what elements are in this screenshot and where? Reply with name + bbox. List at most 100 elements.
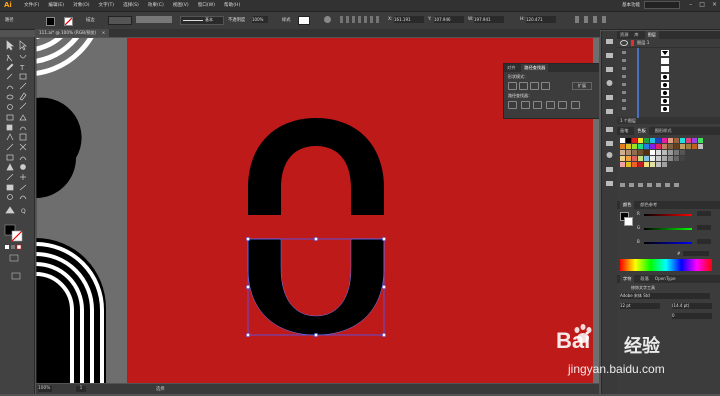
tab-graphic-styles[interactable]: 图形样式 (655, 127, 672, 135)
menu-edit[interactable]: 编辑(E) (48, 2, 64, 8)
maximize-icon[interactable]: □ (699, 1, 705, 8)
app-logo: Ai (4, 1, 12, 9)
tab-assets[interactable]: 资源 (620, 31, 628, 39)
tab-align[interactable]: 对齐 (507, 64, 515, 72)
close-tab-icon[interactable]: × (102, 30, 106, 35)
channel-r-field[interactable] (697, 211, 711, 216)
menu-object[interactable]: 对象(O) (73, 2, 89, 8)
hex-field[interactable] (683, 251, 709, 256)
menu-bar: Ai 文件(F) 编辑(E) 对象(O) 文字(T) 选择(S) 效果(C) 视… (0, 0, 720, 12)
search-field[interactable] (644, 1, 680, 9)
document-tab[interactable]: 111.ai* @ 100% (RGB/预览) × (35, 29, 110, 37)
channel-r-slider[interactable] (644, 214, 692, 216)
divide-button[interactable] (508, 101, 517, 109)
spectrum-bar[interactable] (620, 259, 712, 271)
channel-r-label: R (637, 211, 640, 216)
tab-libraries[interactable]: 库 (634, 31, 638, 39)
none-slash-icon (64, 17, 73, 26)
menubar-right: 基本功能 (622, 1, 680, 9)
channel-g-slider[interactable] (644, 228, 692, 230)
recolor-icon[interactable] (324, 16, 331, 23)
style-label: 样式 (282, 18, 291, 23)
expand-button[interactable]: 扩展 (572, 82, 592, 90)
eye-icon[interactable] (620, 40, 628, 46)
intersect-button[interactable] (530, 82, 539, 90)
tab-character[interactable]: 字符 (620, 275, 635, 283)
menu-window[interactable]: 窗口(W) (198, 2, 215, 8)
menu-effect[interactable]: 效果(C) (148, 2, 164, 8)
minus-front-button[interactable] (519, 82, 528, 90)
main-menu: 文件(F) 编辑(E) 对象(O) 文字(T) 选择(S) 效果(C) 视图(V… (24, 2, 240, 8)
style-swatch[interactable] (298, 16, 310, 25)
opacity-field[interactable]: 100% (252, 16, 268, 23)
zoom-field[interactable]: 100% (38, 386, 52, 392)
crop-button[interactable] (545, 101, 555, 109)
channel-g-label: G (637, 225, 641, 230)
merge-button[interactable] (533, 101, 543, 109)
hex-label: # (677, 251, 681, 256)
tab-layers[interactable]: 图层 (644, 31, 659, 39)
character-panel: 修饰文字工具 Adobe 宋体 Std 12 pt (14.4 pt) 0 (617, 283, 720, 323)
leading-field[interactable]: (14.4 pt) (672, 303, 712, 309)
menu-select[interactable]: 选择(S) (123, 2, 139, 8)
canvas-area[interactable]: 对齐 路径查找器 形状模式： 扩展 路径查找器： (36, 38, 599, 383)
tab-paragraph[interactable]: 段落 (640, 275, 648, 283)
tab-color[interactable]: 颜色 (620, 201, 635, 209)
swatch-grid[interactable] (617, 135, 720, 197)
tab-pathfinder[interactable]: 路径查找器 (521, 64, 549, 72)
unite-button[interactable] (508, 82, 517, 90)
workspace-switcher[interactable]: 基本功能 (622, 2, 640, 8)
shape-mode-buttons: 扩展 (508, 82, 596, 90)
y-field[interactable]: 107.946 (434, 16, 464, 23)
font-family-field[interactable]: Adobe 宋体 Std (620, 293, 710, 299)
channel-b-field[interactable] (697, 239, 711, 244)
color-stroke-swatch[interactable] (624, 217, 633, 226)
menu-view[interactable]: 视图(V) (173, 2, 189, 8)
font-size-field[interactable]: 12 pt (620, 303, 660, 309)
w-label: W: (468, 17, 474, 22)
touch-type-tool[interactable]: 修饰文字工具 (631, 285, 655, 291)
x-field[interactable]: 161.191 (394, 16, 424, 23)
align-icons[interactable] (340, 16, 380, 23)
variable-width-field[interactable] (136, 16, 172, 23)
menu-file[interactable]: 文件(F) (24, 2, 39, 8)
menu-help[interactable]: 帮助(H) (224, 2, 240, 8)
outline-button[interactable] (558, 101, 568, 109)
transform-icons[interactable] (575, 16, 611, 23)
h-field[interactable]: 120.471 (526, 16, 556, 23)
tool-icons[interactable]: T Q (0, 37, 34, 394)
tracking-field[interactable]: 0 (672, 313, 712, 319)
left-artwork (36, 38, 106, 383)
window-controls: – □ × (689, 1, 717, 8)
layer-name[interactable]: 图层 1 (637, 40, 649, 46)
status-tool-label: 选择 (156, 387, 165, 392)
pathfinder-panel: 对齐 路径查找器 形状模式： 扩展 路径查找器： (503, 63, 599, 119)
minimize-icon[interactable]: – (689, 1, 692, 8)
tab-swatches[interactable]: 色板 (634, 127, 649, 135)
color-panel-tabs: 颜色 颜色参考 (617, 201, 720, 209)
fill-swatch[interactable] (46, 17, 55, 26)
channel-g-field[interactable] (697, 225, 711, 230)
tab-color-guide[interactable]: 颜色参考 (640, 201, 657, 209)
document-tab-bar: 111.ai* @ 100% (RGB/预览) × (35, 29, 600, 37)
exclude-button[interactable] (541, 82, 550, 90)
watermark-url: jingyan.baidu.com (568, 362, 665, 376)
tab-opentype[interactable]: OpenType (655, 275, 676, 283)
minus-back-button[interactable] (570, 101, 580, 109)
h-label: H: (520, 17, 525, 22)
layer-row[interactable]: 图层 1 (617, 39, 720, 48)
artboard-nav-field[interactable]: 1 (76, 386, 86, 392)
menu-type[interactable]: 文字(T) (99, 2, 115, 8)
close-icon[interactable]: × (712, 1, 717, 8)
stroke-swatch[interactable] (64, 17, 73, 26)
x-label: X: (388, 17, 393, 22)
channel-b-label: B (637, 239, 640, 244)
w-field[interactable]: 197.941 (474, 16, 504, 23)
brush-definition[interactable]: 基本 (180, 16, 224, 25)
tab-brushes[interactable]: 画笔 (620, 127, 628, 135)
swatches-panel-tabs: 画笔 色板 图形样式 (617, 127, 720, 135)
stroke-weight-field[interactable] (108, 16, 132, 25)
channel-b-slider[interactable] (644, 242, 692, 244)
watermark-brand-suffix: 经验 (624, 336, 660, 357)
trim-button[interactable] (520, 101, 530, 109)
